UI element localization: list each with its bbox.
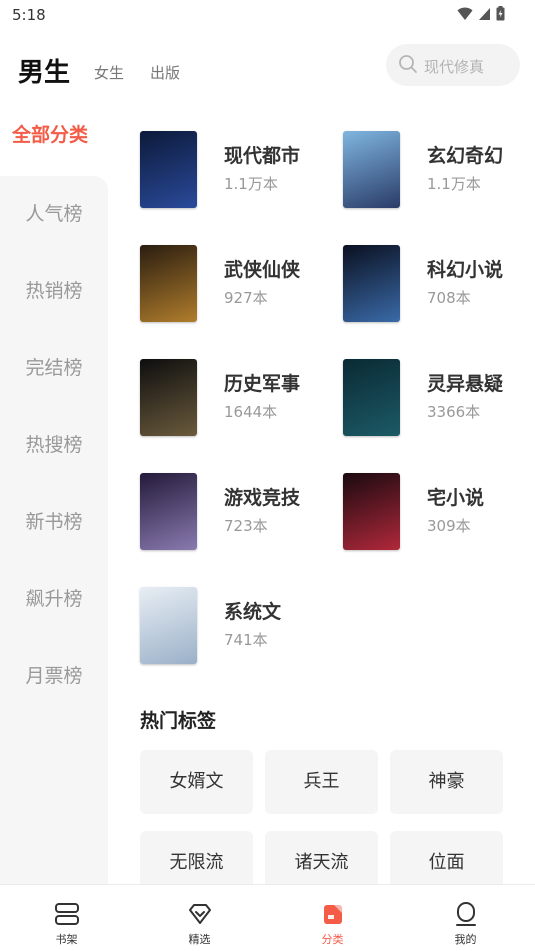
category-name: 科幻小说 [427,259,504,281]
status-time: 5:18 [12,6,46,24]
sidebar-item-all-categories[interactable]: 全部分类 [12,120,120,147]
tag-chip[interactable]: 女婿文 [140,750,253,814]
category-item[interactable]: 宅小说 309本 [343,473,533,551]
category-name: 系统文 [224,601,282,623]
category-name: 现代都市 [224,145,301,167]
category-name: 游戏竞技 [224,487,301,509]
nav-label: 书架 [55,933,78,946]
category-count: 1.1万本 [427,175,481,193]
category-item[interactable]: 灵异悬疑 3366本 [343,359,533,437]
tag-chip[interactable]: 兵王 [265,750,378,814]
tag-chip[interactable]: 神豪 [390,750,503,814]
book-cover [140,245,197,322]
nav-label: 我的 [454,933,477,946]
nav-bookshelf[interactable]: 书架 [0,885,133,951]
category-item[interactable]: 武侠仙侠 927本 [140,245,330,323]
category-count: 708本 [427,289,471,307]
tab-publishing[interactable]: 出版 [150,62,180,83]
category-count: 927本 [224,289,268,307]
category-item[interactable]: 科幻小说 708本 [343,245,533,323]
sidebar-item-monthly-votes[interactable]: 月票榜 [0,661,108,688]
sidebar-item-bestselling[interactable]: 热销榜 [0,276,108,303]
book-cover [140,131,197,208]
book-cover [343,473,400,550]
category-name: 灵异悬疑 [427,373,504,395]
category-name: 玄幻奇幻 [427,145,504,167]
search-input[interactable]: 现代修真 [386,44,520,86]
category-count: 1644本 [224,403,278,421]
tab-male[interactable]: 男生 [18,52,70,89]
signal-icon [479,7,490,20]
category-name: 武侠仙侠 [224,259,301,281]
profile-icon [456,902,476,926]
nav-category[interactable]: 分类 [266,885,399,951]
category-item[interactable]: 现代都市 1.1万本 [140,131,330,209]
hot-tags-title: 热门标签 [140,710,217,732]
nav-label: 分类 [321,933,344,946]
search-placeholder: 现代修真 [424,58,485,76]
category-icon [324,905,342,924]
category-item[interactable]: 历史军事 1644本 [140,359,330,437]
book-cover [140,473,197,550]
book-cover [343,131,400,208]
diamond-icon [189,904,211,924]
category-name: 宅小说 [427,487,485,509]
category-count: 741本 [224,631,268,649]
book-cover [140,587,197,664]
nav-featured[interactable]: 精选 [133,885,266,951]
sidebar-item-new-books[interactable]: 新书榜 [0,507,108,534]
book-cover [343,359,400,436]
nav-label: 精选 [188,933,211,946]
category-item[interactable]: 游戏竞技 723本 [140,473,330,551]
category-count: 723本 [224,517,268,535]
sidebar-item-hot-search[interactable]: 热搜榜 [0,430,108,457]
nav-profile[interactable]: 我的 [399,885,532,951]
sidebar-item-popularity[interactable]: 人气榜 [0,199,108,226]
sidebar: 全部分类 人气榜 热销榜 完结榜 热搜榜 新书榜 飙升榜 月票榜 [0,110,108,886]
search-icon [399,55,417,73]
category-count: 3366本 [427,403,481,421]
wifi-icon [457,7,473,20]
category-name: 历史军事 [224,373,301,395]
sidebar-item-completed[interactable]: 完结榜 [0,353,108,380]
tab-female[interactable]: 女生 [94,62,124,83]
status-bar: 5:18 [0,0,535,30]
category-item[interactable]: 玄幻奇幻 1.1万本 [343,131,533,209]
bottom-nav: 书架 精选 分类 我的 [0,884,535,951]
category-count: 309本 [427,517,471,535]
battery-icon [496,6,505,21]
sidebar-item-rising[interactable]: 飙升榜 [0,584,108,611]
bookshelf-icon [55,903,79,925]
book-cover [343,245,400,322]
book-cover [140,359,197,436]
category-item[interactable]: 系统文 741本 [140,587,330,665]
category-count: 1.1万本 [224,175,278,193]
status-icons [457,6,505,21]
